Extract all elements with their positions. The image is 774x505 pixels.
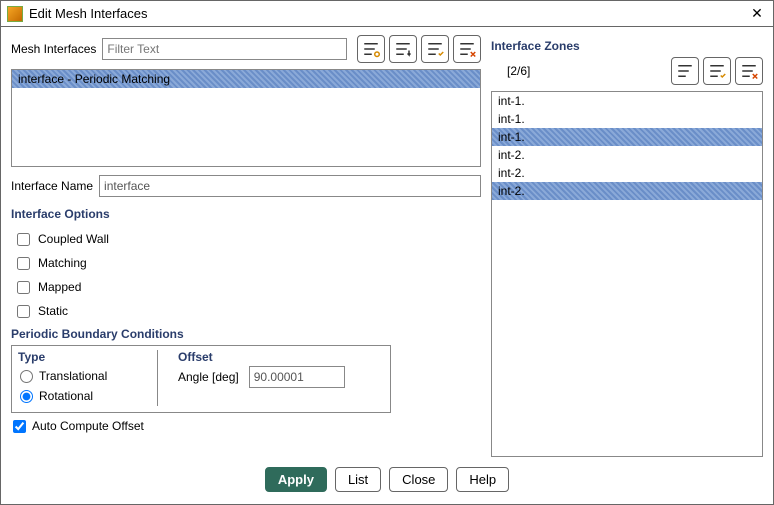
- list-item[interactable]: int-1.: [492, 110, 762, 128]
- sort-icon[interactable]: [389, 35, 417, 63]
- list-item[interactable]: int-2.: [492, 182, 762, 200]
- list-item[interactable]: int-1.: [492, 128, 762, 146]
- radio-rotational[interactable]: Rotational: [18, 386, 147, 406]
- pbc-offset-label: Offset: [178, 350, 345, 364]
- app-icon: [7, 6, 23, 22]
- interface-name-input[interactable]: [99, 175, 481, 197]
- close-button[interactable]: Close: [389, 467, 448, 492]
- pbc-type-label: Type: [18, 350, 147, 364]
- zones-listbox[interactable]: int-1.int-1.int-1.int-2.int-2.int-2.: [491, 91, 763, 457]
- apply-button[interactable]: Apply: [265, 467, 327, 492]
- dialog-window: Edit Mesh Interfaces ✕ Mesh Interfaces i…: [0, 0, 774, 505]
- interface-name-label: Interface Name: [11, 179, 93, 193]
- pbc-header: Periodic Boundary Conditions: [11, 327, 481, 341]
- deselect-all-icon[interactable]: [453, 35, 481, 63]
- zones-toolbar: [671, 57, 763, 85]
- radio-translational[interactable]: Translational: [18, 366, 147, 386]
- angle-label: Angle [deg]: [178, 370, 239, 384]
- filter-settings-icon[interactable]: [357, 35, 385, 63]
- select-all-icon[interactable]: [421, 35, 449, 63]
- button-bar: Apply List Close Help: [1, 457, 773, 492]
- list-item[interactable]: int-2.: [492, 146, 762, 164]
- interface-options-header: Interface Options: [11, 207, 481, 221]
- option-checkbox[interactable]: Coupled Wall: [11, 227, 481, 251]
- mesh-interfaces-label: Mesh Interfaces: [11, 42, 96, 56]
- dialog-title: Edit Mesh Interfaces: [29, 6, 747, 21]
- close-icon[interactable]: ✕: [747, 5, 767, 22]
- list-item[interactable]: interface - Periodic Matching: [12, 70, 480, 88]
- interface-zones-header: Interface Zones: [491, 39, 763, 53]
- interface-options-group: Coupled WallMatchingMappedStatic: [11, 227, 481, 323]
- zones-select-all-icon[interactable]: [703, 57, 731, 85]
- help-button[interactable]: Help: [456, 467, 509, 492]
- angle-input[interactable]: [249, 366, 345, 388]
- interfaces-listbox[interactable]: interface - Periodic Matching: [11, 69, 481, 167]
- zones-sort-icon[interactable]: [671, 57, 699, 85]
- list-item[interactable]: int-2.: [492, 164, 762, 182]
- titlebar: Edit Mesh Interfaces ✕: [1, 1, 773, 27]
- list-button[interactable]: List: [335, 467, 381, 492]
- left-toolbar: [357, 35, 481, 63]
- auto-compute-offset-checkbox[interactable]: Auto Compute Offset: [11, 419, 481, 433]
- option-checkbox[interactable]: Mapped: [11, 275, 481, 299]
- zones-count: [2/6]: [491, 64, 530, 78]
- filter-input[interactable]: [102, 38, 347, 60]
- zones-deselect-all-icon[interactable]: [735, 57, 763, 85]
- list-item[interactable]: int-1.: [492, 92, 762, 110]
- option-checkbox[interactable]: Static: [11, 299, 481, 323]
- option-checkbox[interactable]: Matching: [11, 251, 481, 275]
- pbc-panel: Type Translational Rotational Offset Ang…: [11, 345, 391, 413]
